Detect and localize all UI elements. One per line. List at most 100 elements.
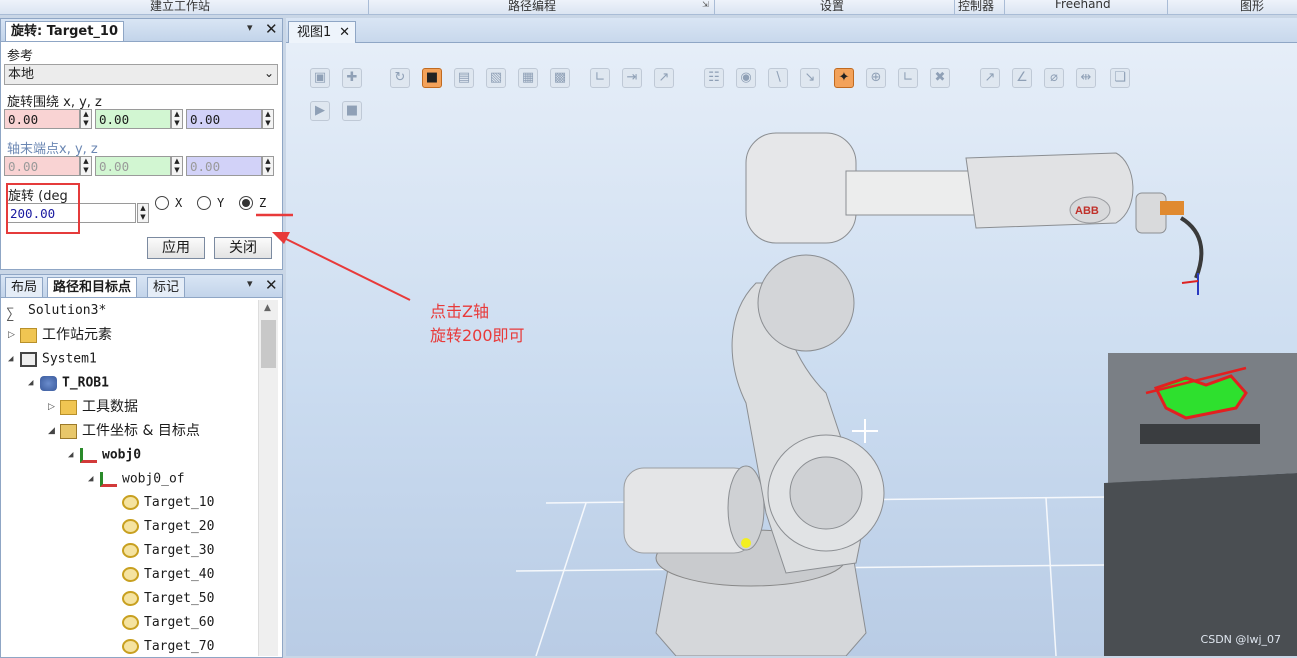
axis-label: 旋转围绕 x, y, z <box>7 95 102 110</box>
radio-z-label: Z <box>259 196 267 210</box>
tree-panel-titlebar: 布局 路径和目标点 标记 ▾ ✕ <box>1 275 282 298</box>
cursor-crosshair <box>852 419 878 443</box>
station-icon: ∑ <box>6 306 15 322</box>
end-z-stepper[interactable]: ▲ ▼ <box>262 156 274 176</box>
tree-item-wobj0-of[interactable]: ◢ wobj0_of <box>88 468 185 490</box>
controller-icon <box>20 351 37 367</box>
tree-item-tooldata[interactable]: ▷ 工具数据 <box>48 396 138 418</box>
tab-view1-label: 视图1 <box>297 25 332 40</box>
axis-x-stepper[interactable]: ▲ ▼ <box>80 109 92 129</box>
target-icon <box>122 495 139 510</box>
tooldata-folder-icon <box>60 399 77 415</box>
watermark: CSDN @lwj_07 <box>1200 633 1281 646</box>
scene-svg: ABB <box>515 132 1297 656</box>
close-icon[interactable]: ✕ <box>265 20 278 38</box>
ribbon-separator <box>954 0 955 14</box>
end-x-stepper[interactable]: ▲ ▼ <box>80 156 92 176</box>
expand-icon[interactable]: ▷ <box>8 324 20 346</box>
robot-brand-logo: ABB <box>1075 205 1099 217</box>
end-y-stepper[interactable]: ▲ ▼ <box>171 156 183 176</box>
target-icon <box>122 543 139 558</box>
radio-x-label: X <box>175 196 183 210</box>
tree-item-target[interactable]: Target_60 <box>122 612 214 634</box>
tree-scrollbar[interactable]: ▲ <box>258 300 278 656</box>
tree-item-target[interactable]: Target_40 <box>122 564 214 586</box>
rotation-deg-stepper[interactable]: ▲ ▼ <box>137 203 149 223</box>
tree-item-target[interactable]: Target_30 <box>122 540 214 562</box>
target-icon <box>122 519 139 534</box>
tree-item-target[interactable]: Target_20 <box>122 516 214 538</box>
highlight-box <box>6 183 80 234</box>
close-icon[interactable]: ✕ <box>339 22 350 44</box>
tree-item-target[interactable]: Target_70 <box>122 636 214 658</box>
pin-dropdown-icon[interactable]: ▾ <box>247 21 253 34</box>
target-icon <box>122 615 139 630</box>
radio-y[interactable] <box>197 196 211 210</box>
radio-x[interactable] <box>155 196 169 210</box>
axis-y-stepper[interactable]: ▲ ▼ <box>171 109 183 129</box>
ribbon-group-settings[interactable]: 设置 <box>820 0 844 14</box>
rotate-panel-title[interactable]: 旋转: Target_10 <box>5 21 125 41</box>
radio-y-label: Y <box>217 196 225 210</box>
tab-layout[interactable]: 布局 <box>5 277 44 297</box>
axis-y-input[interactable]: 0.00 <box>95 109 171 129</box>
collapse-icon[interactable]: ◢ <box>48 420 60 442</box>
ribbon-group-station[interactable]: 建立工作站 <box>150 0 210 14</box>
ribbon-groups: 建立工作站 路径编程 ⇲ 设置 控制器 Freehand 图形 <box>0 0 1297 15</box>
tree-item-system[interactable]: ◢ System1 <box>8 348 97 370</box>
tree-item-wobj0[interactable]: ◢ wobj0 <box>68 444 141 466</box>
close-icon[interactable]: ✕ <box>265 276 278 294</box>
collapse-icon[interactable]: ◢ <box>68 444 80 466</box>
collapse-icon[interactable]: ◢ <box>88 468 100 490</box>
annotation-line1: 点击Z轴 <box>430 302 489 321</box>
tree-item-task[interactable]: ◢ T_ROB1 <box>28 372 109 394</box>
ribbon-separator <box>714 0 715 14</box>
scroll-thumb[interactable] <box>261 320 276 368</box>
view-tabbar <box>286 18 1297 43</box>
end-point-label: 轴末端点x, y, z <box>7 142 98 157</box>
frame-icon <box>100 471 117 487</box>
ribbon-group-freehand[interactable]: Freehand <box>1055 0 1111 11</box>
tree-item-solution[interactable]: ∑ Solution3* <box>6 300 106 322</box>
tree-item-target[interactable]: Target_10 <box>122 492 214 514</box>
reference-select[interactable]: 本地 ⌄ <box>4 64 278 85</box>
expand-icon[interactable]: ▷ <box>48 396 60 418</box>
end-x-input[interactable]: 0.00 <box>4 156 80 176</box>
target-icon <box>122 639 139 654</box>
axis-x-input[interactable]: 0.00 <box>4 109 80 129</box>
ribbon-group-path[interactable]: 路径编程 <box>508 0 556 14</box>
wobj-folder-icon <box>60 423 77 439</box>
folder-icon <box>20 327 37 343</box>
collapse-icon[interactable]: ◢ <box>28 372 40 394</box>
axis-z-stepper[interactable]: ▲ ▼ <box>262 109 274 129</box>
axis-z-input[interactable]: 0.00 <box>186 109 262 129</box>
tab-paths-targets[interactable]: 路径和目标点 <box>47 277 138 297</box>
frame-icon <box>80 447 97 463</box>
ribbon-group-controller[interactable]: 控制器 <box>958 0 994 14</box>
tree-item-wobj-targets[interactable]: ◢ 工件坐标 & 目标点 <box>48 420 200 442</box>
tab-view1[interactable]: 视图1 ✕ <box>288 21 356 44</box>
scroll-up-icon[interactable]: ▲ <box>264 303 271 313</box>
3d-viewport[interactable]: ▣ ✚ ↻ ■ ▤ ▧ ▦ ▩ ∟ ⇥ ↗ ☷ ◉ ∖ ↘ ✦ ⊕ ∟ ✖ ↗ … <box>286 43 1297 656</box>
ribbon-separator <box>1004 0 1005 14</box>
task-gear-icon <box>40 375 57 391</box>
ribbon-separator <box>368 0 369 14</box>
pin-dropdown-icon[interactable]: ▾ <box>247 277 253 290</box>
ribbon-separator <box>1167 0 1168 14</box>
target-icon <box>122 591 139 606</box>
dialog-launcher-icon[interactable]: ⇲ <box>702 0 709 9</box>
tab-tags[interactable]: 标记 <box>147 277 186 297</box>
apply-button[interactable]: 应用 <box>147 237 205 259</box>
collapse-icon[interactable]: ◢ <box>8 348 20 370</box>
radio-z[interactable] <box>239 196 253 210</box>
rotate-panel-titlebar: 旋转: Target_10 ▾ ✕ <box>1 19 282 42</box>
tree-item-station-elements[interactable]: ▷ 工作站元素 <box>8 324 112 346</box>
close-button[interactable]: 关闭 <box>214 237 272 259</box>
end-y-input[interactable]: 0.00 <box>95 156 171 176</box>
work-table <box>1104 353 1297 656</box>
end-z-input[interactable]: 0.00 <box>186 156 262 176</box>
tree-item-target[interactable]: Target_50 <box>122 588 214 610</box>
ribbon-group-graphics[interactable]: 图形 <box>1240 0 1264 14</box>
reference-value: 本地 <box>8 67 35 82</box>
reference-label: 参考 <box>7 49 34 64</box>
